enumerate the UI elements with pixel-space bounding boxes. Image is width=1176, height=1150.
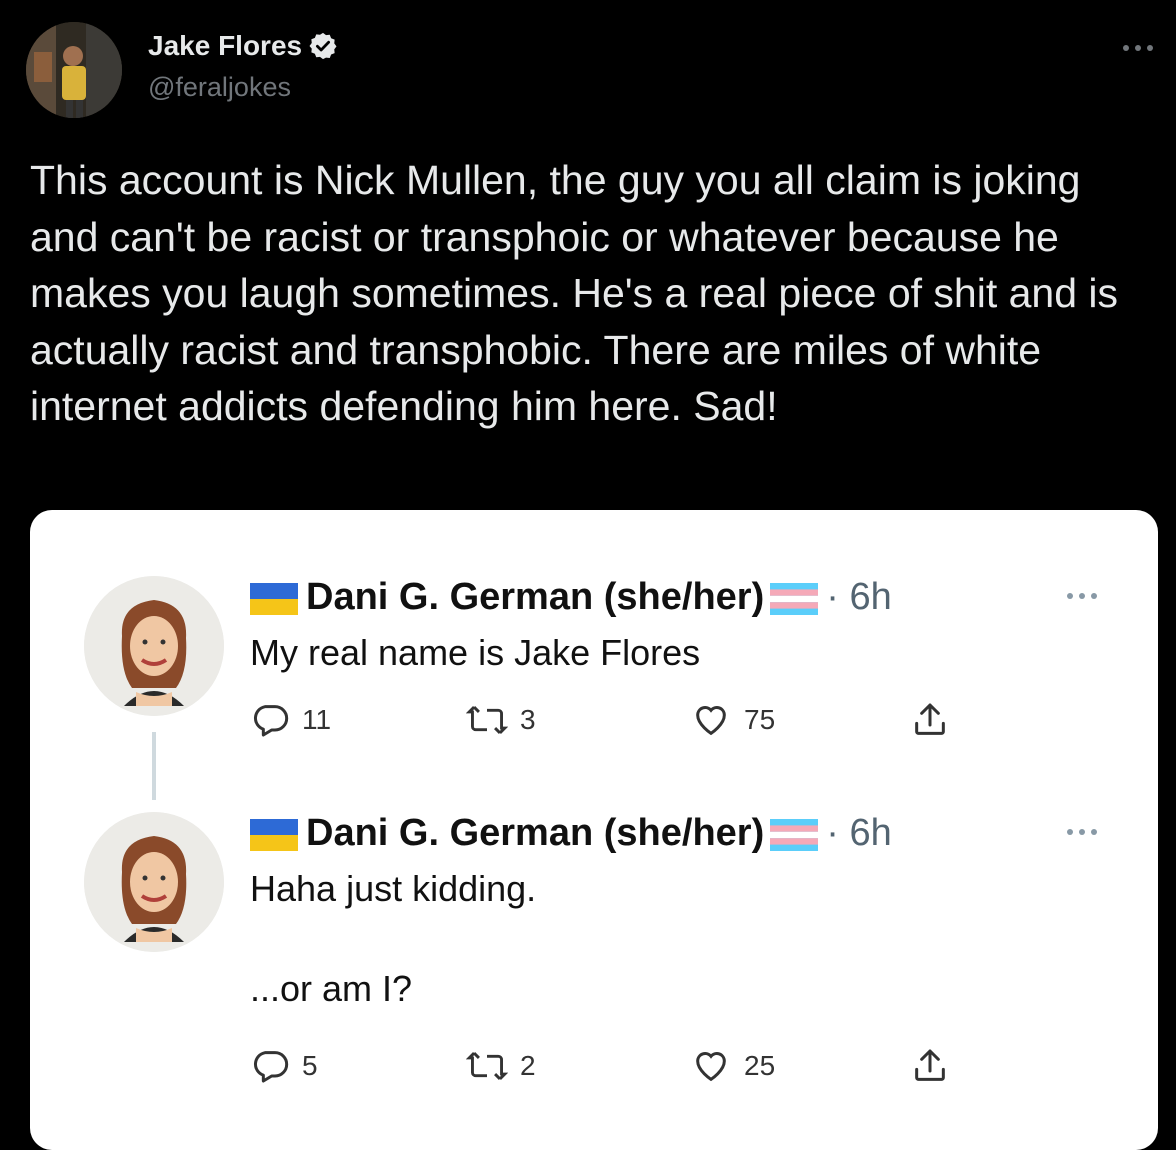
ukraine-flag-icon	[250, 582, 298, 615]
heart-icon	[696, 1052, 726, 1082]
tweet-header: Jake Flores @feraljokes	[0, 0, 1176, 130]
reply-button[interactable]: 5	[250, 1046, 318, 1086]
like-button[interactable]: 75	[690, 700, 775, 740]
quoted-time[interactable]: · 6h	[826, 576, 891, 619]
quoted-author-name[interactable]: Dani G. German (she/her)	[306, 812, 764, 855]
author-avatar[interactable]	[26, 22, 122, 118]
quoted-author-row[interactable]: Dani G. German (she/her) · 6h	[250, 576, 892, 619]
quoted-time[interactable]: · 6h	[826, 812, 891, 855]
quoted-author-avatar[interactable]	[84, 576, 224, 716]
retweet-button[interactable]: 2	[466, 1046, 536, 1086]
retweet-icon	[466, 706, 508, 734]
thread-connector	[152, 732, 156, 800]
quoted-text: Haha just kidding. ...or am I?	[250, 868, 537, 1009]
ukraine-flag-icon	[250, 818, 298, 851]
share-icon	[915, 703, 945, 735]
quoted-author-row[interactable]: Dani G. German (she/her) · 6h	[250, 812, 892, 855]
retweet-count: 2	[520, 1050, 536, 1081]
author-handle[interactable]: @feraljokes	[148, 72, 291, 103]
quoted-author-name[interactable]: Dani G. German (she/her)	[306, 576, 764, 619]
more-horizontal-icon[interactable]	[1062, 586, 1102, 606]
verified-badge-icon	[308, 31, 338, 61]
share-icon	[915, 1049, 945, 1081]
tweet-actions: 5 2 25	[250, 1046, 970, 1090]
retweet-button[interactable]: 3	[466, 700, 536, 740]
reply-count: 5	[302, 1050, 318, 1081]
share-button[interactable]	[910, 1046, 950, 1086]
share-button[interactable]	[910, 700, 950, 740]
heart-icon	[696, 706, 726, 736]
reply-button[interactable]: 11	[250, 700, 331, 740]
author-name[interactable]: Jake Flores	[148, 30, 302, 62]
tweet-text: This account is Nick Mullen, the guy you…	[30, 157, 1119, 429]
transgender-flag-icon	[770, 818, 819, 851]
retweet-count: 3	[520, 704, 536, 735]
like-count: 25	[744, 1050, 776, 1081]
author-name-row[interactable]: Jake Flores	[148, 30, 338, 62]
quoted-text: My real name is Jake Flores	[250, 632, 701, 673]
reply-icon	[253, 1051, 289, 1083]
tweet-actions: 11 3 75	[250, 700, 970, 744]
retweet-icon	[466, 1052, 508, 1080]
quoted-author-avatar[interactable]	[84, 812, 224, 952]
reply-icon	[253, 705, 289, 737]
more-horizontal-icon[interactable]	[1118, 36, 1158, 60]
like-button[interactable]: 25	[690, 1046, 775, 1086]
quoted-tweets-card[interactable]: Dani G. German (she/her) · 6h My real na…	[30, 510, 1158, 1150]
transgender-flag-icon	[770, 582, 819, 615]
reply-count: 11	[302, 704, 332, 735]
like-count: 75	[744, 704, 776, 735]
more-horizontal-icon[interactable]	[1062, 822, 1102, 842]
